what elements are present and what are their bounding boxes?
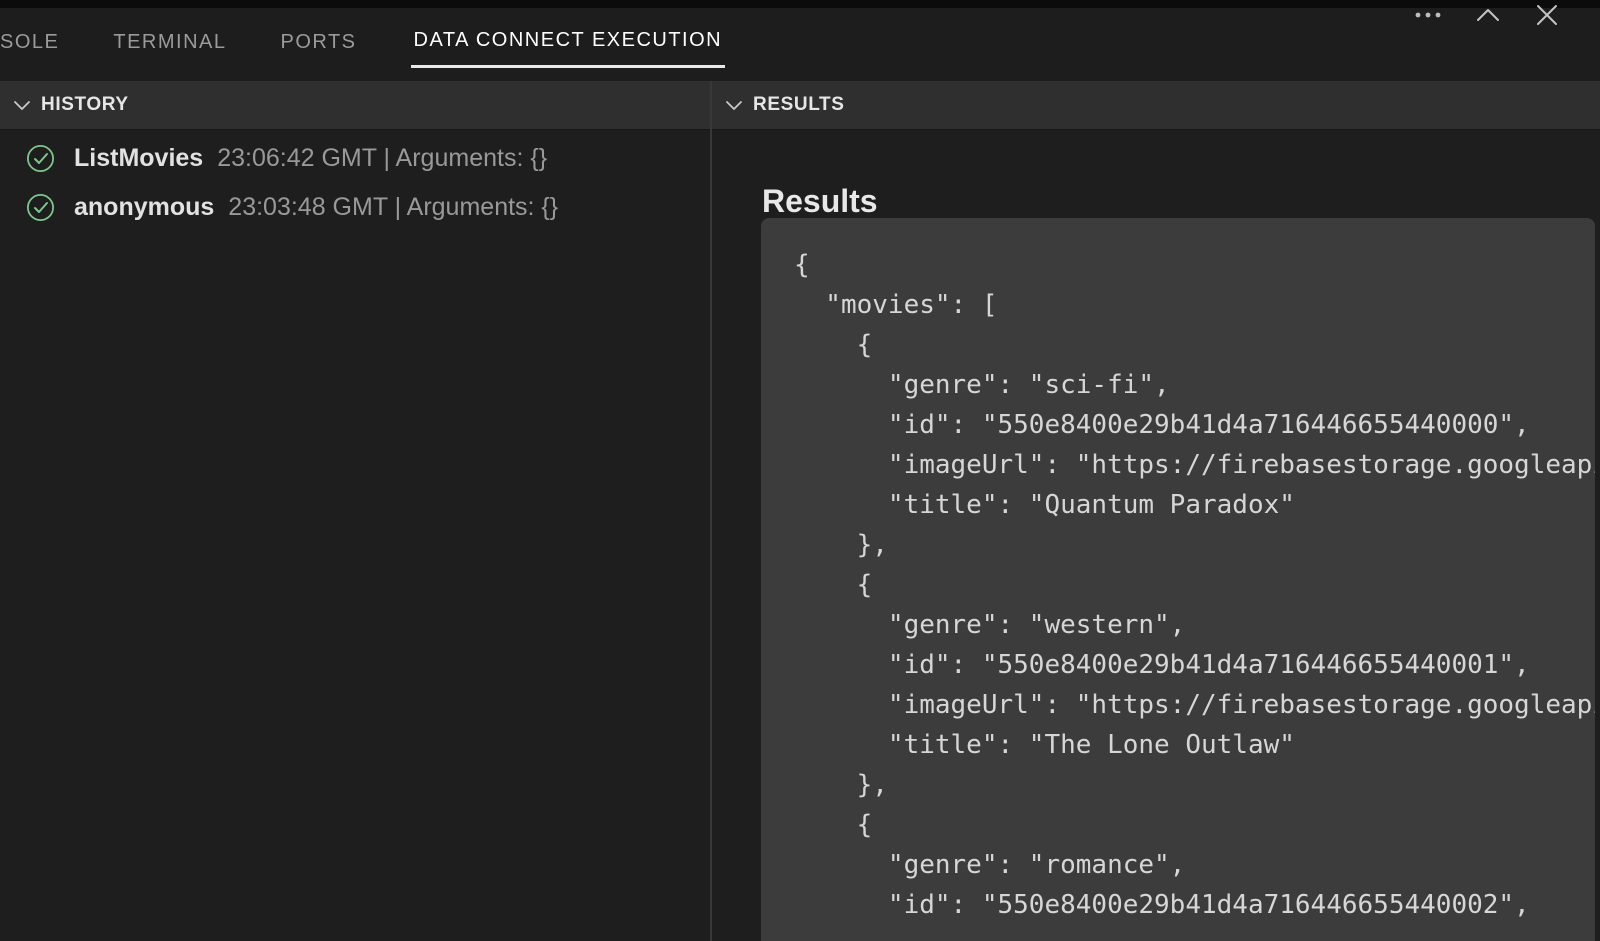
data-connect-execution-view: HISTORY ListMovies 23:06:42 GMT | Argume… [0, 81, 1600, 941]
chevron-up-icon [1476, 8, 1500, 22]
maximize-panel-button[interactable] [1473, 0, 1503, 30]
operation-name: anonymous [74, 193, 214, 222]
bottom-panel: SOLE TERMINAL PORTS DATA CONNECT EXECUTI… [0, 0, 1600, 941]
close-icon [1536, 4, 1558, 26]
history-item-anonymous[interactable]: anonymous 23:03:48 GMT | Arguments: {} [0, 183, 710, 232]
history-section-header[interactable]: HISTORY [0, 81, 710, 130]
operation-meta: 23:03:48 GMT | Arguments: {} [228, 193, 558, 222]
results-section-header[interactable]: RESULTS [712, 81, 1600, 130]
tab-data-connect-execution[interactable]: DATA CONNECT EXECUTION [411, 8, 726, 68]
chevron-down-icon [13, 100, 31, 111]
tab-console[interactable]: SOLE [0, 8, 59, 68]
history-item-listmovies[interactable]: ListMovies 23:06:42 GMT | Arguments: {} [0, 134, 710, 183]
results-panel: RESULTS Results { "movies": [ { "genre":… [712, 81, 1600, 941]
results-json-code: { "movies": [ { "genre": "sci-fi", "id":… [761, 218, 1595, 941]
panel-tab-bar: SOLE TERMINAL PORTS DATA CONNECT EXECUTI… [0, 8, 1600, 81]
tab-terminal[interactable]: TERMINAL [113, 8, 226, 68]
tab-ports[interactable]: PORTS [280, 8, 356, 68]
history-panel: HISTORY ListMovies 23:06:42 GMT | Argume… [0, 81, 712, 941]
close-panel-button[interactable] [1532, 0, 1562, 30]
history-list: ListMovies 23:06:42 GMT | Arguments: {} … [0, 130, 710, 232]
operation-name: ListMovies [74, 144, 203, 173]
results-json-card: { "movies": [ { "genre": "sci-fi", "id":… [761, 218, 1595, 941]
ellipsis-icon [1414, 11, 1442, 19]
history-section-title: HISTORY [41, 94, 129, 116]
window-top-edge [0, 0, 1600, 8]
chevron-down-icon [725, 100, 743, 111]
operation-meta: 23:06:42 GMT | Arguments: {} [217, 144, 547, 173]
check-circle-icon [26, 144, 55, 173]
results-section-title: RESULTS [753, 94, 844, 116]
results-heading: Results [762, 183, 878, 220]
more-actions-button[interactable] [1413, 0, 1443, 30]
check-circle-icon [26, 193, 55, 222]
